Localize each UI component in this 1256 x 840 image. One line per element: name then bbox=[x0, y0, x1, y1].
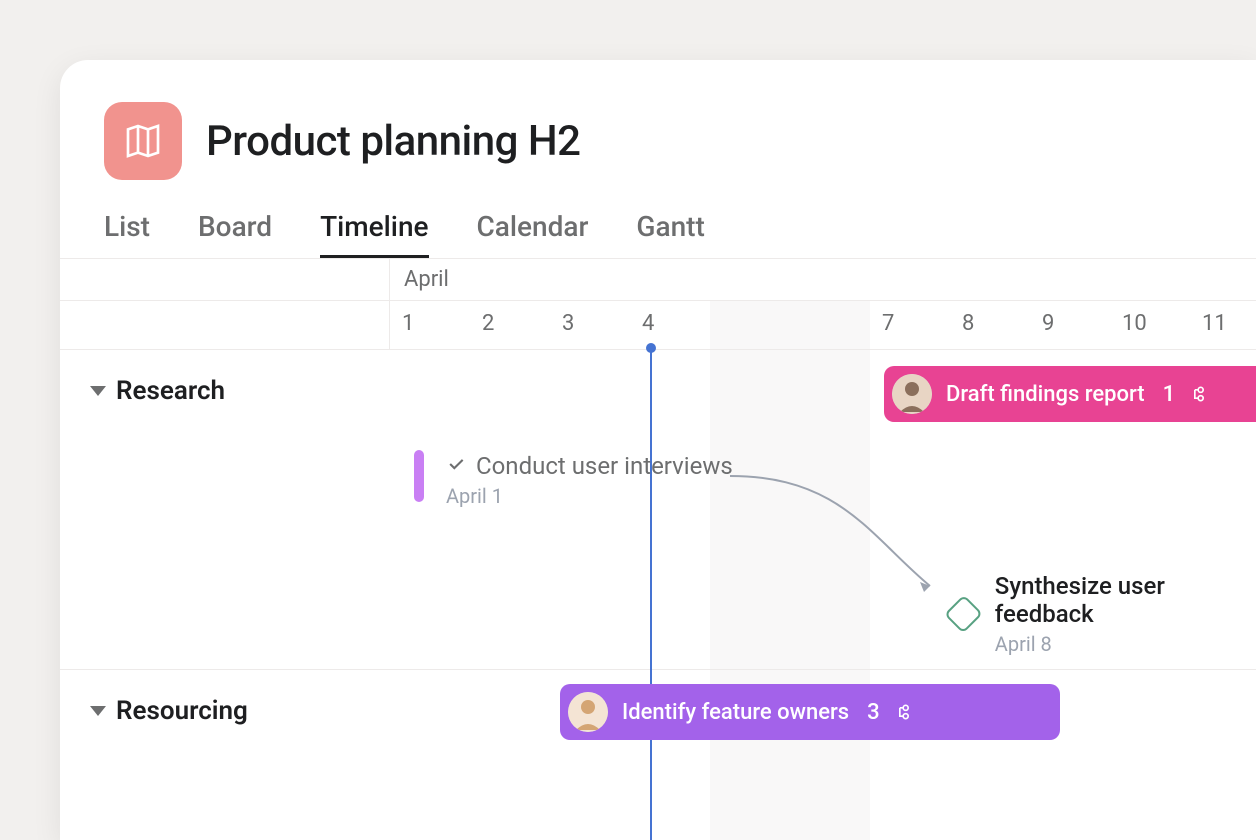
assignee-avatar bbox=[892, 374, 932, 414]
assignee-avatar bbox=[568, 692, 608, 732]
milestone-diamond-icon bbox=[944, 595, 983, 634]
task-pill bbox=[414, 450, 424, 502]
day-header: 2 bbox=[470, 301, 550, 349]
day-header: 11 bbox=[1190, 301, 1256, 349]
subtask-icon bbox=[1189, 384, 1209, 404]
section-title: Resourcing bbox=[116, 696, 248, 726]
day-header: 10 bbox=[1110, 301, 1190, 349]
task-title: Identify feature owners bbox=[622, 700, 849, 725]
tab-timeline[interactable]: Timeline bbox=[320, 210, 428, 258]
timeline-sidebar-spacer-2 bbox=[60, 301, 390, 349]
today-indicator bbox=[650, 347, 652, 840]
day-header: 3 bbox=[550, 301, 630, 349]
milestone-synthesize-feedback[interactable]: Synthesize user feedback April 8 bbox=[950, 572, 1256, 656]
section-title: Research bbox=[116, 376, 225, 406]
milestone-text: Synthesize user feedback April 8 bbox=[995, 572, 1256, 656]
section-resourcing: Resourcing Identify feature owners 3 bbox=[60, 669, 1256, 829]
milestone-date: April 8 bbox=[995, 632, 1256, 656]
day-header: 4 bbox=[630, 301, 710, 349]
task-date: April 1 bbox=[446, 484, 733, 508]
subtask-count: 3 bbox=[867, 700, 880, 725]
project-header: Product planning H2 bbox=[60, 60, 1256, 180]
task-title: Draft findings report bbox=[946, 382, 1145, 407]
task-bar-identify-owners[interactable]: Identify feature owners 3 bbox=[560, 684, 1060, 740]
tab-board[interactable]: Board bbox=[198, 210, 272, 258]
milestone-title: Synthesize user feedback bbox=[995, 572, 1256, 628]
tab-gantt[interactable]: Gantt bbox=[636, 210, 704, 258]
map-icon bbox=[123, 121, 163, 161]
timeline-area: April 1 2 3 4 5 6 7 8 9 10 11 12 bbox=[60, 258, 1256, 840]
section-header-resourcing[interactable]: Resourcing bbox=[60, 670, 390, 746]
task-title: Conduct user interviews bbox=[476, 452, 733, 480]
subtask-icon bbox=[894, 702, 914, 722]
day-header: 9 bbox=[1030, 301, 1110, 349]
caret-down-icon bbox=[90, 706, 106, 716]
project-title: Product planning H2 bbox=[206, 117, 581, 166]
task-bar-draft-findings[interactable]: Draft findings report 1 bbox=[884, 366, 1256, 422]
today-indicator-dot bbox=[646, 343, 656, 353]
section-header-research[interactable]: Research bbox=[60, 350, 390, 426]
timeline-days-row: 1 2 3 4 5 6 7 8 9 10 11 12 bbox=[60, 301, 1256, 349]
tab-list[interactable]: List bbox=[104, 210, 150, 258]
section-research: Research Draft findings report 1 bbox=[60, 349, 1256, 669]
subtask-count: 1 bbox=[1163, 382, 1176, 407]
check-icon bbox=[446, 452, 466, 480]
task-text: Conduct user interviews April 1 bbox=[446, 450, 733, 508]
avatar-icon bbox=[892, 374, 932, 414]
timeline-month-row: April bbox=[60, 259, 1256, 301]
dependency-arrow bbox=[720, 466, 960, 616]
tab-calendar[interactable]: Calendar bbox=[477, 210, 589, 258]
day-header: 8 bbox=[950, 301, 1030, 349]
timeline-sidebar-spacer bbox=[60, 259, 390, 300]
timeline-month-label: April bbox=[390, 259, 449, 300]
caret-down-icon bbox=[90, 386, 106, 396]
avatar-icon bbox=[568, 692, 608, 732]
day-header: 7 bbox=[870, 301, 950, 349]
view-tabs: List Board Timeline Calendar Gantt bbox=[60, 180, 1256, 258]
project-icon bbox=[104, 102, 182, 180]
project-window: Product planning H2 List Board Timeline … bbox=[60, 60, 1256, 840]
task-completed-conduct-interviews[interactable]: Conduct user interviews April 1 bbox=[414, 450, 733, 502]
day-header: 1 bbox=[390, 301, 470, 349]
